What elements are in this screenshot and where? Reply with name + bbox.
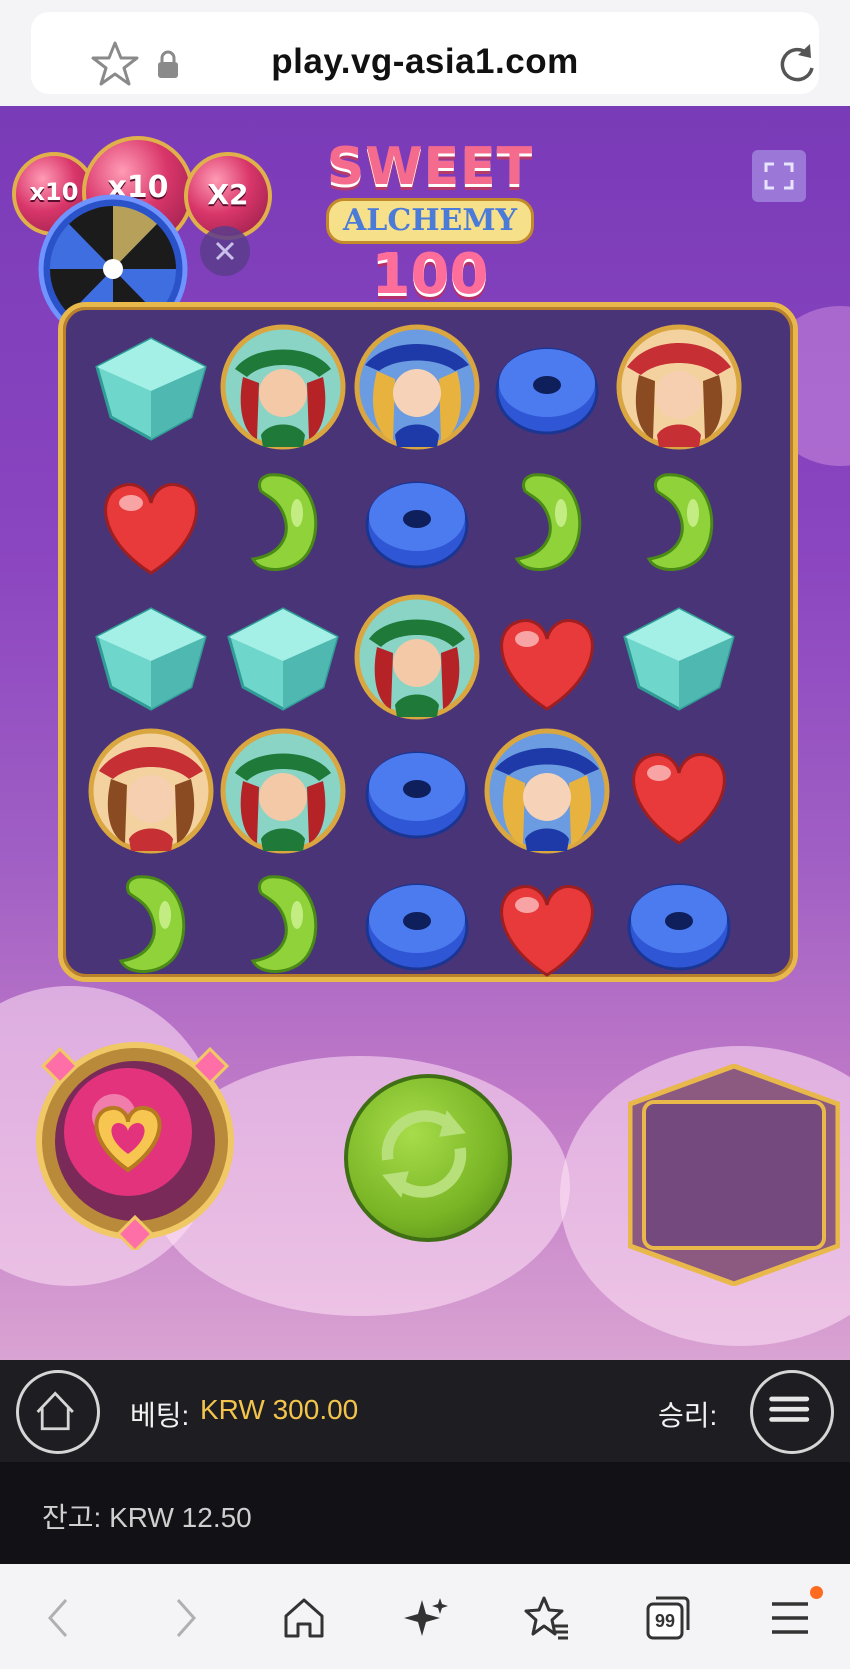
heart-icon: [500, 619, 594, 711]
witch-red-icon: [354, 594, 480, 720]
bookmarks-icon[interactable]: [522, 1594, 570, 1642]
symbol-heart: [477, 587, 617, 727]
notification-dot: [810, 1586, 823, 1599]
reload-icon[interactable]: [775, 40, 821, 88]
witch-red-icon: [220, 324, 346, 450]
logo-sweet: SWEET: [326, 137, 534, 197]
donut-icon: [627, 883, 731, 971]
symbol-cube: [81, 587, 221, 727]
witch-blonde-icon: [354, 324, 480, 450]
browser-top-bar: play.vg-asia1.com: [0, 0, 850, 106]
symbol-bean: [81, 853, 221, 993]
browser-bottom-nav: 99: [0, 1564, 850, 1669]
symbol-donut: [477, 317, 617, 457]
address-bar[interactable]: play.vg-asia1.com: [31, 12, 819, 94]
close-icon: [215, 241, 235, 261]
symbol-heart: [609, 721, 749, 861]
buy-feature-button[interactable]: [28, 1032, 242, 1250]
witch-blonde-icon: [484, 728, 610, 854]
bean-icon: [118, 875, 186, 973]
symbol-cube: [81, 317, 221, 457]
symbol-witch-red: [213, 721, 353, 861]
symbol-donut: [347, 451, 487, 591]
game-canvas[interactable]: SWEET ALCHEMY 100 x10 x10 X2: [0, 106, 850, 1360]
donut-icon: [365, 751, 469, 839]
bean-icon: [514, 473, 582, 571]
fullscreen-button[interactable]: [752, 150, 806, 202]
home-icon: [36, 1391, 74, 1431]
spin-button[interactable]: [344, 1074, 512, 1242]
symbol-witch-brown: [609, 317, 749, 457]
win-display-panel: [628, 1064, 840, 1286]
symbol-cube: [213, 587, 353, 727]
symbol-witch-blonde: [477, 721, 617, 861]
bean-icon: [250, 875, 318, 973]
balance-text: 잔고: KRW 12.50: [42, 1502, 252, 1533]
symbol-witch-blonde: [347, 317, 487, 457]
balance-bar: 잔고: KRW 12.50: [0, 1462, 850, 1564]
sparkle-icon[interactable]: [402, 1594, 450, 1642]
logo-alchemy: ALCHEMY: [325, 198, 535, 244]
game-logo: SWEET ALCHEMY 100: [290, 136, 570, 306]
cube-icon: [95, 607, 207, 711]
cube-icon: [623, 607, 735, 711]
symbol-witch-brown: [81, 721, 221, 861]
url-text[interactable]: play.vg-asia1.com: [31, 42, 819, 82]
heart-icon: [632, 753, 726, 845]
symbol-witch-red: [213, 317, 353, 457]
symbol-heart: [477, 853, 617, 993]
witch-brown-icon: [88, 728, 214, 854]
bean-icon: [250, 473, 318, 571]
forward-icon[interactable]: [160, 1594, 208, 1642]
close-wheel-button[interactable]: [200, 226, 250, 276]
tabs-button[interactable]: 99: [644, 1594, 692, 1642]
witch-red-icon: [220, 728, 346, 854]
donut-icon: [365, 883, 469, 971]
symbol-cube: [609, 587, 749, 727]
donut-icon: [495, 347, 599, 435]
bean-icon: [646, 473, 714, 571]
donut-icon: [365, 481, 469, 569]
witch-brown-icon: [616, 324, 742, 450]
logo-100: 100: [371, 242, 489, 307]
home-button[interactable]: [16, 1370, 100, 1454]
bet-status-bar: 베팅: KRW 300.00 승리:: [0, 1360, 850, 1462]
heart-icon: [500, 885, 594, 977]
symbol-bean: [477, 451, 617, 591]
back-icon[interactable]: [36, 1594, 84, 1642]
multiplier-label: X2: [207, 178, 249, 211]
symbol-donut: [347, 721, 487, 861]
hamburger-icon: [769, 1396, 810, 1422]
menu-icon[interactable]: [766, 1594, 814, 1642]
symbol-witch-red: [347, 587, 487, 727]
cube-icon: [227, 607, 339, 711]
spin-arrows-icon: [381, 1110, 467, 1198]
cube-icon: [95, 337, 207, 441]
symbol-bean: [213, 853, 353, 993]
bet-label: 베팅:: [130, 1400, 190, 1431]
symbol-bean: [213, 451, 353, 591]
game-menu-button[interactable]: [750, 1370, 834, 1454]
win-label: 승리:: [658, 1400, 718, 1431]
symbol-donut: [347, 853, 487, 993]
bet-value[interactable]: KRW 300.00: [200, 1394, 358, 1426]
symbol-heart: [81, 451, 221, 591]
home-icon[interactable]: [280, 1594, 328, 1642]
symbol-bean: [609, 451, 749, 591]
tabs-count: 99: [654, 1611, 676, 1631]
heart-icon: [104, 483, 198, 575]
expand-icon: [764, 162, 794, 190]
symbol-donut: [609, 853, 749, 993]
reel-grid: [58, 302, 798, 982]
